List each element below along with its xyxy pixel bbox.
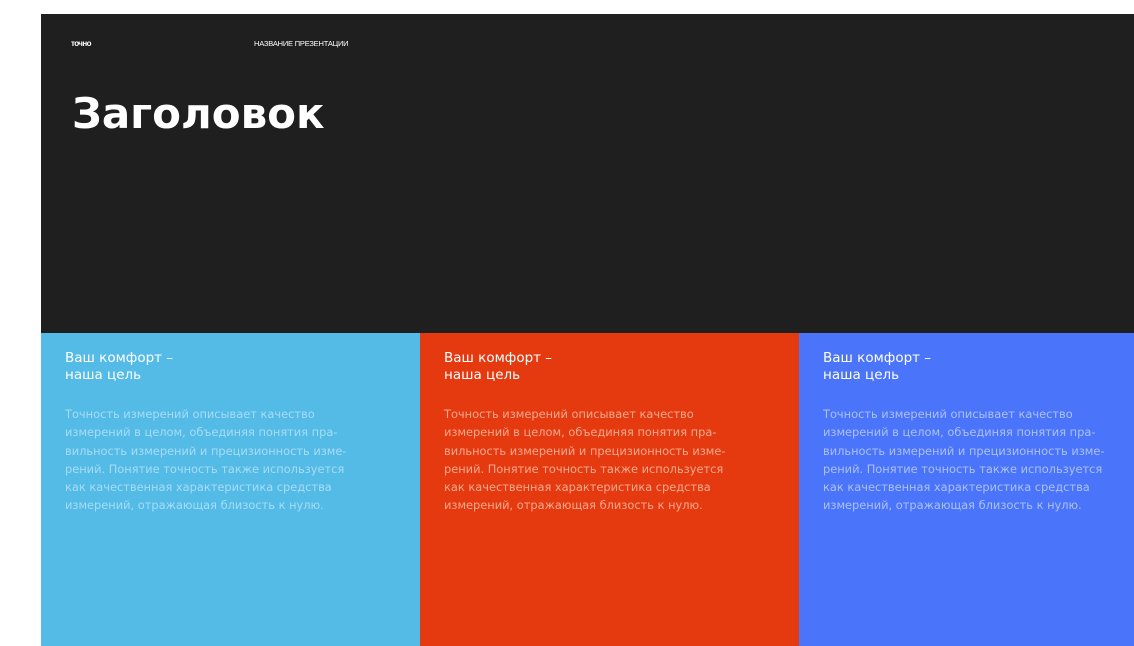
card-body-text: Точность измерений описывает качество из… xyxy=(823,407,1105,513)
slide: точно НАЗВАНИЕ ПРЕЗЕНТАЦИИ Заголовок Ваш… xyxy=(41,14,1134,646)
presentation-name: НАЗВАНИЕ ПРЕЗЕНТАЦИИ xyxy=(254,39,349,48)
info-card-1: Ваш комфорт – наша цель Точность измерен… xyxy=(41,333,420,646)
card-body-text: Точность измерений описывает качество из… xyxy=(444,407,726,513)
card-heading: Ваш комфорт – наша цель xyxy=(444,350,553,383)
card-heading: Ваш комфорт – наша цель xyxy=(65,350,174,383)
slide-title: Заголовок xyxy=(72,89,325,138)
info-card-2: Ваш комфорт – наша цель Точность измерен… xyxy=(420,333,799,646)
info-card-3: Ваш комфорт – наша цель Точность измерен… xyxy=(799,333,1134,646)
card-heading: Ваш комфорт – наша цель xyxy=(823,350,932,383)
header-panel: точно НАЗВАНИЕ ПРЕЗЕНТАЦИИ Заголовок xyxy=(41,14,1134,333)
card-body-text: Точность измерений описывает качество из… xyxy=(65,407,347,513)
brand-logo: точно xyxy=(71,39,91,48)
